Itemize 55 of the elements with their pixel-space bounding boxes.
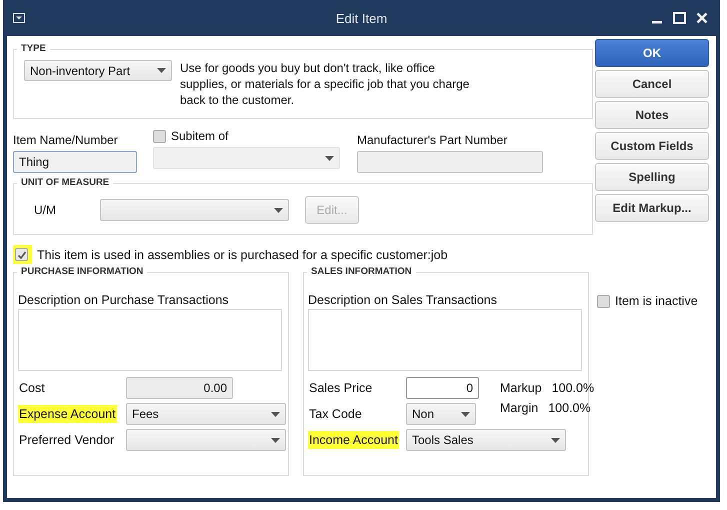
- field-label: Income Account: [308, 431, 399, 449]
- unit-dropdown[interactable]: [100, 199, 289, 221]
- field-label: Markup: [500, 381, 542, 395]
- field-label: Margin: [500, 401, 538, 415]
- window-menu-icon[interactable]: [13, 13, 25, 23]
- item-name-field[interactable]: Thing: [13, 151, 137, 173]
- field-label: Tax Code: [308, 406, 363, 423]
- field-label: Sales Price: [308, 380, 374, 397]
- cost-field[interactable]: 0.00: [126, 377, 233, 399]
- dialog-button[interactable]: Edit Markup...: [595, 194, 709, 222]
- checkbox[interactable]: [153, 130, 166, 142]
- checkbox-label: Subitem of: [171, 129, 228, 143]
- dialog-button[interactable]: Cancel: [595, 70, 709, 98]
- account-dropdown[interactable]: Fees: [126, 403, 286, 425]
- field-label: Manufacturer's Part Number: [357, 133, 508, 147]
- field-label: U/M: [33, 203, 57, 217]
- group-heading: TYPE: [17, 43, 50, 54]
- tax-code-dropdown[interactable]: Non: [406, 403, 476, 425]
- dialog-button[interactable]: Notes: [595, 101, 709, 129]
- account-dropdown[interactable]: Tools Sales: [406, 429, 566, 451]
- field-label: Description on Sales Transactions: [308, 293, 498, 307]
- checkbox[interactable]: [597, 294, 610, 308]
- description-field[interactable]: [18, 309, 282, 371]
- caret-icon: [271, 412, 280, 416]
- type-description: Use for goods you buy but don't track, like office supplies, or materials for a specific job that you charge back to the customer.: [180, 60, 470, 108]
- part-number-field[interactable]: [357, 151, 543, 173]
- group-heading: SALES INFORMATION: [307, 266, 416, 277]
- checkbox-label: This item is used in assemblies or is purchased for a specific customer:job: [37, 248, 448, 262]
- dialog-button[interactable]: Custom Fields: [595, 132, 709, 160]
- field-label: Expense Account: [18, 405, 117, 423]
- caret-icon: [274, 208, 283, 212]
- field-label: Cost: [18, 380, 46, 397]
- price-field[interactable]: 0: [406, 377, 479, 399]
- checkbox-label: Item is inactive: [615, 294, 698, 308]
- close-icon[interactable]: [696, 12, 708, 24]
- caret-icon: [325, 156, 334, 160]
- field-label: Item Name/Number: [13, 133, 119, 147]
- caret-icon: [271, 438, 280, 442]
- caret-icon: [157, 68, 166, 73]
- checkbox[interactable]: [15, 248, 28, 261]
- percent-value: 100.0%: [548, 401, 591, 415]
- dialog-button[interactable]: OK: [595, 39, 709, 67]
- window-title: Edit Item: [336, 10, 388, 26]
- group-heading: PURCHASE INFORMATION: [17, 266, 148, 277]
- field-label: Description on Purchase Transactions: [18, 293, 230, 307]
- caret-icon: [461, 412, 470, 416]
- group-heading: UNIT OF MEASURE: [17, 177, 114, 188]
- percent-value: 100.0%: [552, 381, 594, 395]
- caret-icon: [551, 438, 560, 442]
- type-dropdown[interactable]: Non-inventory Part: [24, 60, 172, 81]
- field-label: Preferred Vendor: [18, 432, 116, 449]
- account-dropdown[interactable]: [126, 429, 286, 451]
- description-field[interactable]: [308, 309, 582, 371]
- dialog-button[interactable]: Spelling: [595, 163, 709, 191]
- maximize-icon[interactable]: [673, 12, 686, 24]
